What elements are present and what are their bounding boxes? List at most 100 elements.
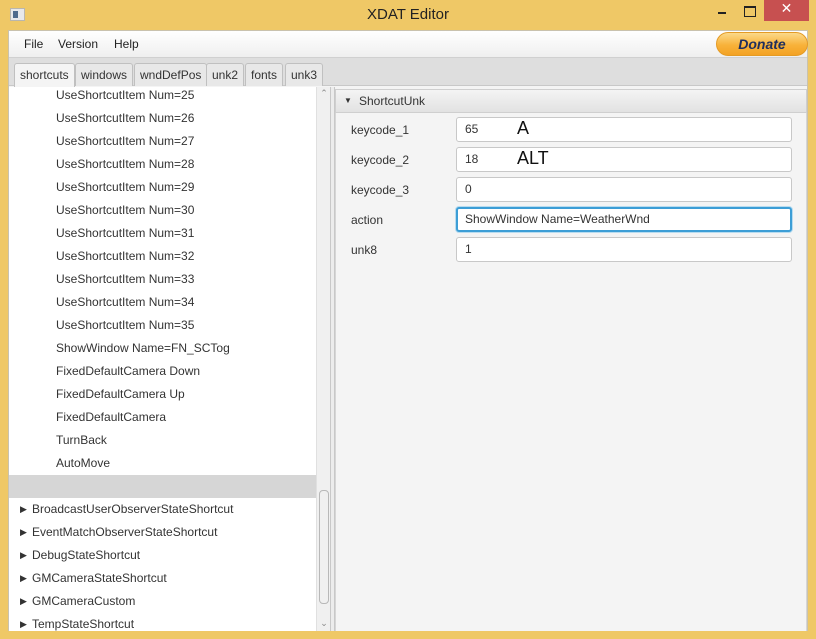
tree-item[interactable]: UseShortcutItem Num=32 (9, 245, 316, 268)
keycode-2-input[interactable]: 18 ALT (456, 147, 792, 172)
tree-branch-label: EventMatchObserverStateShortcut (32, 525, 218, 539)
tree-item[interactable]: UseShortcutItem Num=29 (9, 176, 316, 199)
tree-item-label: UseShortcutItem Num=29 (56, 180, 195, 194)
field-label-keycode-1: keycode_1 (351, 123, 410, 137)
minimize-button[interactable] (709, 0, 735, 21)
field-label-unk8: unk8 (351, 243, 378, 257)
properties-pane: ▼ ShortcutUnk keycode_1 65 A keycode_2 1… (335, 87, 807, 631)
title-bar[interactable]: XDAT Editor ✕ (0, 0, 816, 30)
keycode-1-key-hint: A (517, 118, 530, 138)
tree-branch-label: DebugStateShortcut (32, 548, 141, 562)
tab-unk2[interactable]: unk2 (206, 63, 245, 86)
unk8-value: 1 (465, 242, 472, 256)
tree-item[interactable]: UseShortcutItem Num=26 (9, 107, 316, 130)
tree-item-label: UseShortcutItem Num=27 (56, 134, 195, 148)
tab-wnddefpos[interactable]: wndDefPos (134, 63, 208, 86)
tree-pane: UseShortcutItem Num=25 UseShortcutItem N… (9, 87, 331, 631)
keycode-2-key-hint: ALT (517, 148, 549, 168)
tree-item-selected[interactable] (9, 475, 316, 498)
expand-arrow-icon[interactable]: ▶ (20, 544, 27, 567)
field-label-keycode-2: keycode_2 (351, 153, 410, 167)
tree-branch[interactable]: ▶ DebugStateShortcut (9, 544, 316, 567)
menu-help[interactable]: Help (114, 37, 139, 51)
expand-arrow-icon[interactable]: ▶ (20, 590, 27, 613)
tree-item-label: UseShortcutItem Num=25 (56, 88, 195, 102)
tree-item-label: ShowWindow Name=FN_SCTog (56, 341, 230, 355)
menu-bar: File Version Help Donate (9, 31, 808, 58)
tree-item-label: UseShortcutItem Num=28 (56, 157, 195, 171)
tab-shortcuts[interactable]: shortcuts (14, 63, 75, 87)
close-button[interactable]: ✕ (764, 0, 809, 21)
tree-item[interactable]: UseShortcutItem Num=30 (9, 199, 316, 222)
tree-branch-label: TempStateShortcut (32, 617, 135, 631)
tree-item-label: UseShortcutItem Num=34 (56, 295, 195, 309)
tree-item-label: UseShortcutItem Num=32 (56, 249, 195, 263)
tree-item[interactable]: FixedDefaultCamera Down (9, 360, 316, 383)
section-header-shortcutunk[interactable]: ▼ ShortcutUnk (335, 89, 807, 113)
tree-item[interactable]: UseShortcutItem Num=33 (9, 268, 316, 291)
tab-fonts[interactable]: fonts (245, 63, 284, 86)
maximize-button[interactable] (736, 0, 762, 21)
tree-item[interactable]: TurnBack (9, 429, 316, 452)
tree-item[interactable]: ShowWindow Name=FN_SCTog (9, 337, 316, 360)
action-input[interactable]: ShowWindow Name=WeatherWnd (456, 207, 792, 232)
tree-item-label: UseShortcutItem Num=31 (56, 226, 195, 240)
tree-item-label: TurnBack (56, 433, 107, 447)
properties-form: keycode_1 65 A keycode_2 18 ALT keycode_… (335, 113, 807, 631)
keycode-2-value: 18 (465, 152, 479, 166)
tree-item-label: FixedDefaultCamera (56, 410, 167, 424)
scroll-up-icon[interactable]: ⌃ (317, 87, 331, 101)
tree-item[interactable]: UseShortcutItem Num=27 (9, 130, 316, 153)
section-title: ShortcutUnk (359, 94, 426, 108)
tree-branch[interactable]: ▶ GMCameraStateShortcut (9, 567, 316, 590)
shortcut-tree: UseShortcutItem Num=25 UseShortcutItem N… (9, 87, 316, 631)
keycode-3-value: 0 (465, 182, 472, 196)
keycode-3-input[interactable]: 0 (456, 177, 792, 202)
close-icon: ✕ (780, 1, 793, 17)
tree-item-label: FixedDefaultCamera Down (56, 364, 201, 378)
tree-item-label: AutoMove (56, 456, 111, 470)
menu-file[interactable]: File (24, 37, 43, 51)
scroll-thumb[interactable] (319, 490, 329, 604)
app-client-area: File Version Help Donate shortcuts windo… (8, 30, 808, 631)
tree-item[interactable]: UseShortcutItem Num=28 (9, 153, 316, 176)
tree-item[interactable]: UseShortcutItem Num=25 (9, 87, 316, 107)
tree-branch[interactable]: ▶ GMCameraCustom (9, 590, 316, 613)
donate-button[interactable]: Donate (716, 32, 808, 56)
keycode-1-value: 65 (465, 122, 479, 136)
unk8-input[interactable]: 1 (456, 237, 792, 262)
tab-windows[interactable]: windows (75, 63, 134, 86)
window-frame: XDAT Editor ✕ File Version Help Donate s… (0, 0, 816, 639)
tree-item[interactable]: FixedDefaultCamera Up (9, 383, 316, 406)
tree-scrollbar[interactable]: ⌃ ⌄ (316, 87, 330, 631)
expand-arrow-icon[interactable]: ▶ (20, 567, 27, 590)
tree-item-label: FixedDefaultCamera Up (56, 387, 185, 401)
tree-item-label: UseShortcutItem Num=30 (56, 203, 195, 217)
expand-arrow-icon[interactable]: ▶ (20, 498, 27, 521)
tree-item[interactable]: UseShortcutItem Num=34 (9, 291, 316, 314)
expand-arrow-icon[interactable]: ▶ (20, 521, 27, 544)
expand-arrow-icon[interactable]: ▶ (20, 613, 27, 631)
tree-branch-label: BroadcastUserObserverStateShortcut (32, 502, 234, 516)
tree-item-label: UseShortcutItem Num=26 (56, 111, 195, 125)
tree-branch[interactable]: ▶ TempStateShortcut (9, 613, 316, 631)
tree-item[interactable]: UseShortcutItem Num=35 (9, 314, 316, 337)
action-value: ShowWindow Name=WeatherWnd (465, 212, 650, 226)
tree-item[interactable]: UseShortcutItem Num=31 (9, 222, 316, 245)
tree-item-label: UseShortcutItem Num=35 (56, 318, 195, 332)
tree-branch[interactable]: ▶ EventMatchObserverStateShortcut (9, 521, 316, 544)
menu-version[interactable]: Version (58, 37, 98, 51)
tab-unk3[interactable]: unk3 (285, 63, 324, 86)
scroll-down-icon[interactable]: ⌄ (317, 617, 331, 631)
tree-branch-label: GMCameraStateShortcut (32, 571, 167, 585)
keycode-1-input[interactable]: 65 A (456, 117, 792, 142)
tree-branch[interactable]: ▶ BroadcastUserObserverStateShortcut (9, 498, 316, 521)
tree-branch-label: GMCameraCustom (32, 594, 136, 608)
tree-item-label: UseShortcutItem Num=33 (56, 272, 195, 286)
tab-bar: shortcuts windows wndDefPos unk2 fonts u… (9, 58, 807, 87)
collapse-arrow-icon: ▼ (344, 96, 352, 105)
window-title: XDAT Editor (367, 6, 449, 23)
field-label-action: action (351, 213, 384, 227)
tree-item[interactable]: FixedDefaultCamera (9, 406, 316, 429)
tree-item[interactable]: AutoMove (9, 452, 316, 475)
